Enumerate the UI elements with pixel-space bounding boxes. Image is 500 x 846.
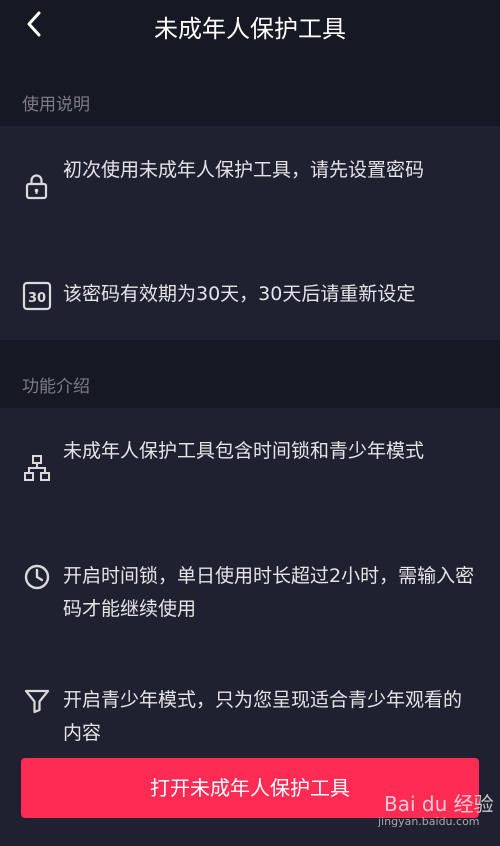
list-item-text: 未成年人保护工具包含时间锁和青少年模式 <box>63 440 425 462</box>
lock-icon <box>22 172 52 202</box>
watermark-url: jingyan.baidu.com <box>378 815 480 828</box>
list-item-text: 开启时间锁，单日使用时长超过2小时，需输入密码才能继续使用 <box>63 565 475 620</box>
section-label-features: 功能介绍 <box>22 377 90 397</box>
section-label-usage: 使用说明 <box>22 95 90 115</box>
page-title: 未成年人保护工具 <box>154 15 346 43</box>
hierarchy-icon <box>22 453 52 483</box>
watermark: Bai du 经验 <box>384 792 494 816</box>
top-bar: 未成年人保护工具 <box>0 0 500 50</box>
calendar-30-icon: 30 <box>22 281 52 311</box>
filter-icon <box>22 686 52 716</box>
list-item-text: 该密码有效期为30天，30天后请重新设定 <box>63 283 416 305</box>
clock-icon <box>22 562 52 592</box>
usage-panel: 初次使用未成年人保护工具，请先设置密码 30 该密码有效期为30天，30天后请重… <box>0 126 500 340</box>
list-item-text: 开启青少年模式，只为您呈现适合青少年观看的内容 <box>63 689 463 744</box>
svg-text:30: 30 <box>28 291 46 306</box>
list-item-text: 初次使用未成年人保护工具，请先设置密码 <box>63 159 425 181</box>
